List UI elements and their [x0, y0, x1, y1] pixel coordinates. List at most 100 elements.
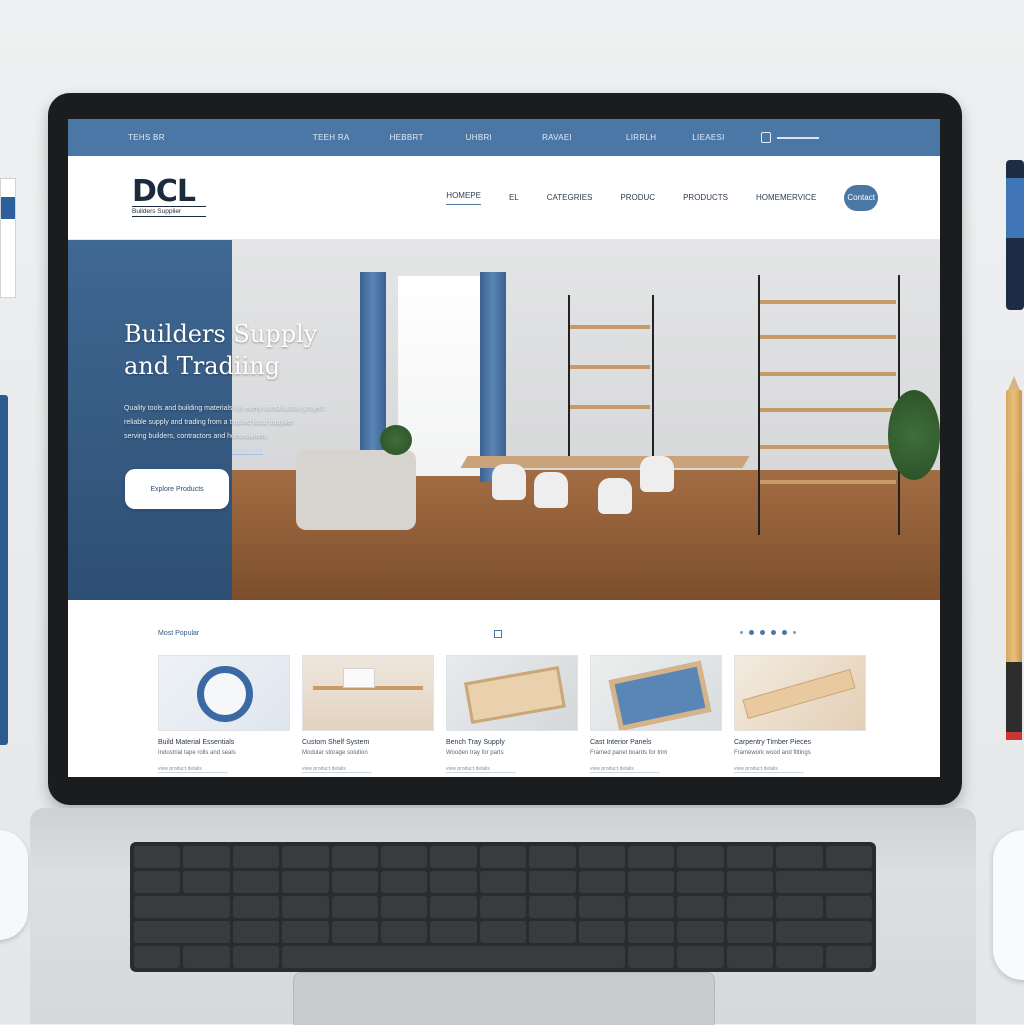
carousel-dots: [740, 630, 796, 635]
product-card[interactable]: Custom Shelf System Modular storage solu…: [302, 655, 434, 773]
carousel-dot[interactable]: [793, 631, 796, 634]
key: [825, 896, 872, 918]
topbar-item[interactable]: LIEAESI: [692, 133, 724, 142]
menu-item[interactable]: EL: [509, 193, 519, 202]
hero-text-line: serving builders, contractors and homeow…: [124, 433, 268, 440]
product-card[interactable]: Bench Tray Supply Wooden tray for parts …: [446, 655, 578, 773]
key: [232, 846, 280, 868]
carousel-dot[interactable]: [749, 630, 754, 635]
hero-shelf-board: [570, 405, 650, 409]
key: [183, 871, 230, 893]
key: [776, 871, 872, 893]
topbar-item[interactable]: RAVAEI: [542, 133, 572, 142]
key: [677, 896, 724, 918]
key: [282, 871, 329, 893]
card-subtitle: Wooden tray for parts: [446, 750, 504, 756]
hero-shelf-board: [760, 372, 896, 376]
hero-title-line: and Tradiing: [124, 352, 281, 380]
menu-item-products[interactable]: PRODUCTS: [683, 193, 728, 202]
menu-item-services[interactable]: HOMEMERVICE: [756, 193, 816, 202]
hero-plant: [888, 390, 940, 480]
hero-chair: [640, 456, 674, 492]
carousel-dot[interactable]: [760, 630, 765, 635]
hero-shelf-board: [760, 408, 896, 412]
desk-marker: [1006, 160, 1024, 310]
featured-section: Most Popular Build Material Essentials I…: [68, 600, 940, 777]
key: [479, 871, 527, 893]
contact-button[interactable]: Contact: [844, 184, 878, 211]
carousel-dot[interactable]: [740, 631, 743, 634]
card-link[interactable]: view product details: [734, 766, 804, 773]
key: [232, 921, 280, 943]
key: [134, 896, 230, 918]
product-card[interactable]: Cast Interior Panels Framed panel boards…: [590, 655, 722, 773]
key: [776, 896, 823, 918]
hero-shelf: [758, 275, 900, 535]
hero-learn-more-link[interactable]: Learn more: [232, 448, 263, 455]
key: [776, 846, 823, 868]
key: [677, 871, 724, 893]
key: [232, 896, 280, 918]
product-card[interactable]: Build Material Essentials Industrial tap…: [158, 655, 290, 773]
hero-shelf-board: [570, 365, 650, 369]
product-cards: Build Material Essentials Industrial tap…: [158, 655, 866, 773]
key: [282, 921, 329, 943]
topbar-item[interactable]: HEBBRT: [390, 133, 424, 142]
shelf-icon: [302, 655, 434, 731]
card-subtitle: Framework wood and fittings: [734, 750, 811, 756]
carousel-dot[interactable]: [771, 630, 776, 635]
menu-item-home[interactable]: HOMEPE: [446, 191, 481, 205]
key: [529, 871, 576, 893]
key: [628, 871, 675, 893]
key: [232, 871, 280, 893]
topbar-divider: [776, 136, 819, 139]
lock-icon[interactable]: [760, 132, 771, 143]
hero-chair: [534, 472, 568, 508]
desk-mouse-left: [0, 830, 28, 940]
key: [825, 846, 872, 868]
key: [381, 896, 428, 918]
card-link[interactable]: view product details: [302, 766, 372, 773]
hero-shelf-board: [760, 300, 896, 304]
menu-item[interactable]: PRODUC: [620, 193, 655, 202]
topbar-item[interactable]: TEHS BR: [128, 133, 165, 142]
product-card[interactable]: Carpentry Timber Pieces Framework wood a…: [734, 655, 866, 773]
hero-shelf-board: [570, 325, 650, 329]
key: [726, 846, 774, 868]
key: [134, 921, 230, 943]
key: [677, 946, 724, 968]
hero-text-line: reliable supply and trading from a trust…: [124, 419, 294, 426]
key: [677, 846, 724, 868]
desk-pencil: [1006, 376, 1022, 740]
site-logo[interactable]: DCL Builders Supplier: [132, 177, 216, 217]
desk-mouse-right: [993, 830, 1024, 980]
key: [628, 896, 675, 918]
key: [134, 846, 181, 868]
topbar-item[interactable]: LIRRLH: [626, 133, 656, 142]
topbar-item[interactable]: TEEH RA: [313, 133, 350, 142]
key: [430, 846, 477, 868]
hero-sofa: [296, 450, 416, 530]
key: [726, 946, 774, 968]
card-link[interactable]: view product details: [590, 766, 660, 773]
key: [578, 896, 625, 918]
key: [578, 921, 625, 943]
key: [479, 921, 527, 943]
key: [479, 846, 527, 868]
key: [183, 946, 230, 968]
hero-shelf-board: [760, 445, 896, 449]
key: [825, 946, 872, 968]
key: [331, 846, 378, 868]
main-menu: HOMEPE EL CATEGRIES PRODUC PRODUCTS HOME…: [446, 191, 844, 205]
key: [430, 896, 477, 918]
menu-item-categories[interactable]: CATEGRIES: [547, 193, 593, 202]
card-link[interactable]: view product details: [446, 766, 516, 773]
timber-icon: [734, 655, 866, 731]
card-link[interactable]: view product details: [158, 766, 228, 773]
topbar-item[interactable]: UHBRI: [466, 133, 492, 142]
card-subtitle: Framed panel boards for trim: [590, 750, 668, 756]
hero-explore-button[interactable]: Explore Products: [125, 469, 229, 509]
carousel-dot[interactable]: [782, 630, 787, 635]
key: [331, 896, 378, 918]
grid-view-icon[interactable]: [494, 630, 502, 638]
